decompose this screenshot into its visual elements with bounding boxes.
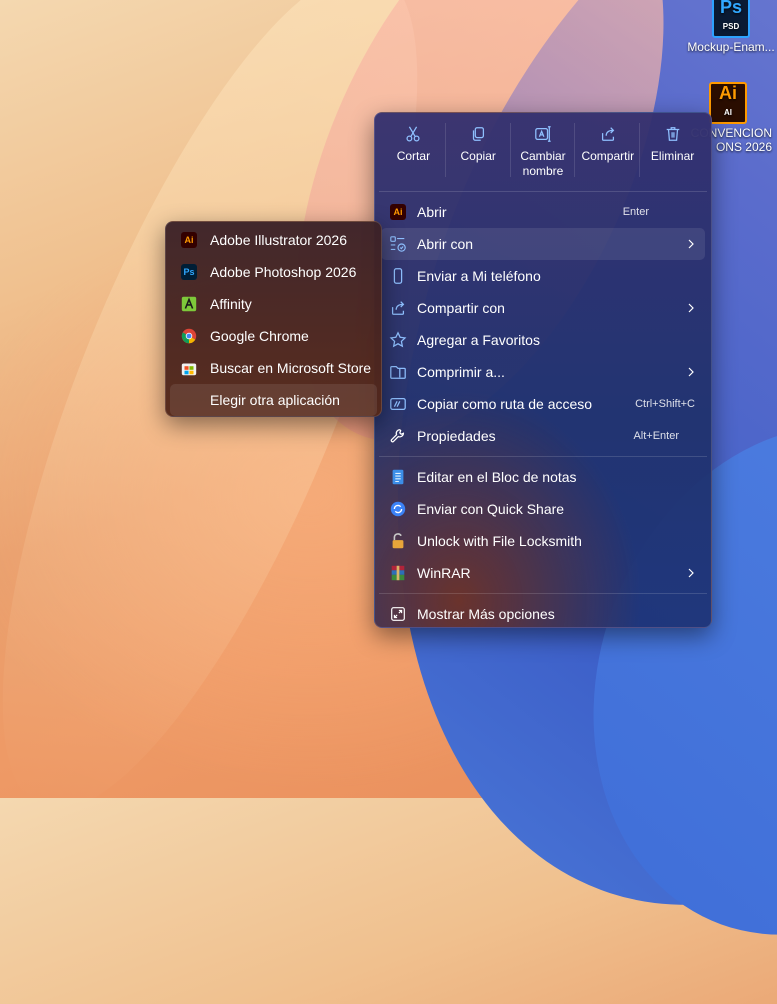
menu-item-file-locksmith[interactable]: Unlock with File Locksmith [381, 525, 705, 557]
winrar-icon [391, 565, 405, 581]
photoshop-app-icon: Ps [181, 264, 197, 280]
cut-button[interactable]: Cortar [381, 121, 446, 181]
delete-button[interactable]: Eliminar [640, 121, 705, 181]
open-with-illustrator[interactable]: Ai Adobe Illustrator 2026 [170, 224, 377, 256]
menu-item-open[interactable]: Ai Abrir Enter [381, 196, 705, 228]
store-icon [181, 363, 197, 376]
lock-icon [392, 533, 404, 549]
illustrator-app-icon: Ai [181, 232, 197, 248]
phone-icon [393, 268, 403, 284]
illustrator-app-icon: Ai [390, 204, 406, 220]
menu-separator [379, 593, 707, 594]
wrench-icon [390, 429, 405, 443]
copy-button[interactable]: Copiar [446, 121, 511, 181]
menu-separator [379, 191, 707, 192]
context-menu: Cortar Copiar Cambiar nombre Compartir E… [374, 112, 712, 628]
zip-folder-icon [390, 365, 406, 379]
rename-icon [535, 126, 551, 142]
desktop-file-label: Mockup-Enam... [687, 40, 775, 54]
open-with-photoshop[interactable]: Ps Adobe Photoshop 2026 [170, 256, 377, 288]
scissors-icon [406, 126, 420, 142]
menu-item-more-options[interactable]: Mostrar Más opciones [381, 598, 705, 627]
menu-item-winrar[interactable]: WinRAR [381, 557, 705, 589]
copy-icon [473, 127, 485, 141]
share-with-icon [391, 301, 405, 315]
menu-item-quick-share[interactable]: Enviar con Quick Share [381, 493, 705, 525]
open-with-affinity[interactable]: Affinity [170, 288, 377, 320]
chevron-right-icon [688, 239, 694, 249]
open-with-icon [390, 236, 406, 252]
share-button[interactable]: Compartir [575, 121, 640, 181]
photoshop-file-icon: Ps PSD [712, 0, 750, 38]
copy-path-icon [390, 397, 406, 411]
notepad-icon [392, 469, 404, 485]
rename-button[interactable]: Cambiar nombre [511, 121, 576, 181]
star-icon [389, 331, 407, 348]
menu-item-properties[interactable]: Propiedades Alt+Enter [381, 420, 705, 452]
chevron-right-icon [688, 568, 694, 578]
menu-item-copy-path[interactable]: Copiar como ruta de acceso Ctrl+Shift+C [381, 388, 705, 420]
open-with-choose-other[interactable]: Elegir otra aplicación [170, 384, 377, 416]
chevron-right-icon [688, 367, 694, 377]
affinity-icon [181, 296, 197, 312]
menu-item-open-with[interactable]: Abrir con [381, 228, 705, 260]
menu-separator [379, 456, 707, 457]
share-icon [601, 127, 615, 141]
menu-item-compress[interactable]: Comprimir a... [381, 356, 705, 388]
menu-item-send-to-phone[interactable]: Enviar a Mi teléfono [381, 260, 705, 292]
menu-item-add-favorites[interactable]: Agregar a Favoritos [381, 324, 705, 356]
chrome-icon [181, 328, 197, 344]
menu-item-share-with[interactable]: Compartir con [381, 292, 705, 324]
open-with-chrome[interactable]: Google Chrome [170, 320, 377, 352]
more-options-icon [391, 607, 405, 621]
trash-icon [666, 127, 679, 141]
quick-share-icon [390, 501, 406, 517]
open-with-microsoft-store[interactable]: Buscar en Microsoft Store [170, 352, 377, 384]
open-with-submenu: Ai Adobe Illustrator 2026 Ps Adobe Photo… [165, 221, 382, 417]
quick-actions-bar: Cortar Copiar Cambiar nombre Compartir E… [375, 113, 711, 187]
desktop-file-psd[interactable]: Ps PSD Mockup-Enam... [681, 0, 777, 54]
menu-item-edit-notepad[interactable]: Editar en el Bloc de notas [381, 461, 705, 493]
illustrator-file-icon: Ai AI [709, 82, 747, 124]
chevron-right-icon [688, 303, 694, 313]
